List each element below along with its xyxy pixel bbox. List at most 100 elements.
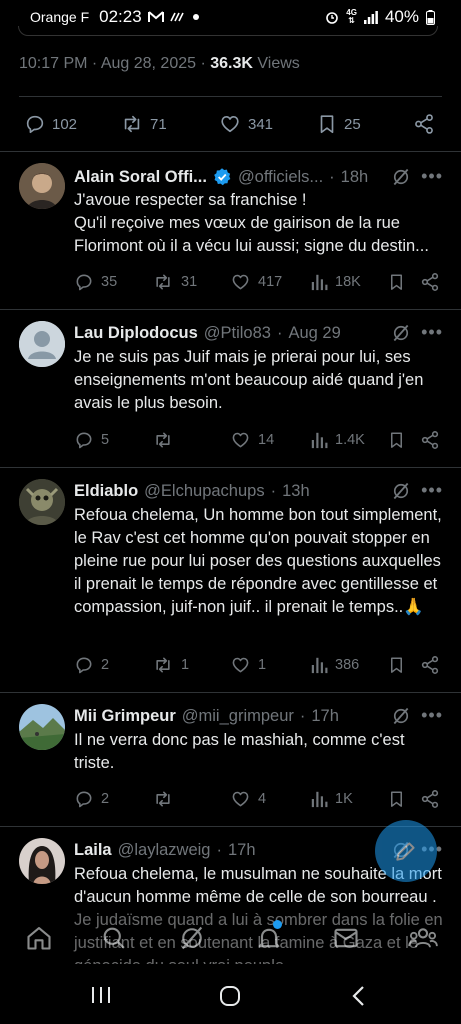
avatar[interactable] <box>19 704 65 750</box>
bookmark-button[interactable]: 25 <box>316 113 361 135</box>
tab-messages[interactable] <box>332 924 360 957</box>
tweet-time: 17h <box>227 840 256 859</box>
verified-badge-icon <box>212 167 232 187</box>
views-count: 1.4K <box>335 432 365 448</box>
bookmark-button[interactable] <box>387 655 406 675</box>
battery-percent: 40% <box>384 7 419 26</box>
divider <box>19 96 442 97</box>
repost-icon <box>124 115 140 133</box>
author-name[interactable]: Lau Diplodocus <box>74 324 198 343</box>
avatar[interactable] <box>19 163 65 209</box>
tab-communities[interactable] <box>408 924 438 957</box>
like-button[interactable]: 1 <box>230 655 266 675</box>
reply-count: 5 <box>101 432 110 448</box>
repost-button[interactable] <box>152 430 181 450</box>
avatar[interactable] <box>19 321 65 367</box>
reply-button[interactable]: 2 <box>74 789 109 809</box>
repost-count: 31 <box>181 274 198 290</box>
views-button[interactable]: 1K <box>310 789 353 809</box>
reply-icon <box>26 115 44 134</box>
views-button[interactable]: 18K <box>310 272 361 292</box>
tab-grok[interactable] <box>178 924 206 957</box>
clock: 02:23 <box>99 7 142 26</box>
like-button[interactable]: 4 <box>230 789 266 809</box>
recent-apps-button[interactable] <box>90 985 112 1010</box>
share-button[interactable] <box>412 113 436 135</box>
reply-button[interactable]: 102 <box>24 113 77 135</box>
battery-icon <box>426 9 435 25</box>
reply-tweet[interactable]: Eldiablo @Elchupachups · 13h ••• Refoua … <box>0 467 461 692</box>
share-button[interactable] <box>420 272 440 292</box>
alarm-icon <box>325 10 339 24</box>
author-name[interactable]: Mii Grimpeur <box>74 707 176 726</box>
views-button[interactable]: 386 <box>310 655 359 675</box>
share-button[interactable] <box>420 430 440 450</box>
system-navigation-bar <box>0 964 461 1024</box>
tab-search[interactable] <box>100 924 128 957</box>
like-button[interactable]: 417 <box>230 272 282 292</box>
tweet-time: 10:17 PM <box>19 55 88 72</box>
like-button[interactable]: 14 <box>230 430 274 450</box>
back-icon <box>352 986 364 1006</box>
more-icon[interactable]: ••• <box>421 322 443 343</box>
reply-button[interactable]: 5 <box>74 430 109 450</box>
reply-tweet[interactable]: Alain Soral Offi... @officiels... · 18h … <box>0 151 461 309</box>
carrier-label: Orange F <box>30 9 90 25</box>
share-icon <box>421 273 439 291</box>
separator-dot: · <box>216 840 222 859</box>
share-button[interactable] <box>420 789 440 809</box>
like-icon <box>232 432 249 448</box>
reply-tweet[interactable]: Lau Diplodocus @Ptilo83 · Aug 29 ••• Je … <box>0 309 461 467</box>
author-name[interactable]: Laila <box>74 841 112 860</box>
views-icon <box>311 657 328 674</box>
tweet-time: 17h <box>311 706 339 725</box>
back-button[interactable] <box>350 985 366 1012</box>
home-nav-button[interactable] <box>219 985 241 1012</box>
reply-tweet[interactable]: Mii Grimpeur @mii_grimpeur · 17h ••• Il … <box>0 692 461 826</box>
bookmark-icon <box>390 274 403 290</box>
more-icon[interactable]: ••• <box>421 166 443 187</box>
bottom-tab-bar <box>0 908 461 964</box>
bookmark-button[interactable] <box>387 789 406 809</box>
tab-home[interactable] <box>25 924 53 957</box>
share-icon <box>421 431 439 449</box>
bookmark-button[interactable] <box>387 272 406 292</box>
avatar[interactable] <box>19 838 65 884</box>
grok-icon[interactable] <box>391 481 411 506</box>
views-button[interactable]: 1.4K <box>310 430 365 450</box>
bookmark-button[interactable] <box>387 430 406 450</box>
tweet-text: Refoua chelema, Un homme bon tout simple… <box>74 506 442 616</box>
repost-button[interactable] <box>152 789 181 809</box>
compose-button[interactable] <box>375 820 437 882</box>
views-icon <box>311 432 328 449</box>
repost-button[interactable]: 31 <box>152 272 197 292</box>
views-count: 386 <box>335 657 360 673</box>
like-icon <box>221 116 239 133</box>
tweet-actions: 5 14 1.4K <box>74 430 444 454</box>
more-icon[interactable]: ••• <box>421 480 443 501</box>
grok-icon[interactable] <box>391 706 411 731</box>
share-button[interactable] <box>420 655 440 675</box>
data-saver-icon <box>169 11 186 23</box>
grok-icon[interactable] <box>391 323 411 348</box>
more-icon[interactable]: ••• <box>421 705 443 726</box>
share-icon <box>421 790 439 808</box>
author-handle: @Elchupachups <box>144 481 265 500</box>
repost-button[interactable]: 71 <box>120 113 167 135</box>
author-name[interactable]: Alain Soral Offi... <box>74 168 207 187</box>
recent-apps-icon <box>92 987 110 1003</box>
tweet-header: Mii Grimpeur @mii_grimpeur · 17h ••• <box>74 705 461 727</box>
like-count: 14 <box>258 432 275 448</box>
share-icon <box>421 656 439 674</box>
reply-count: 102 <box>52 115 78 133</box>
tab-notifications[interactable] <box>255 924 283 957</box>
avatar[interactable] <box>19 479 65 525</box>
reply-button[interactable]: 2 <box>74 655 109 675</box>
like-button[interactable]: 341 <box>218 113 273 135</box>
bookmark-icon <box>390 657 403 673</box>
separator-dot: · <box>276 323 283 342</box>
like-count: 341 <box>248 115 274 133</box>
author-name[interactable]: Eldiablo <box>74 482 138 501</box>
repost-button[interactable]: 1 <box>152 655 189 675</box>
reply-button[interactable]: 35 <box>74 272 117 292</box>
